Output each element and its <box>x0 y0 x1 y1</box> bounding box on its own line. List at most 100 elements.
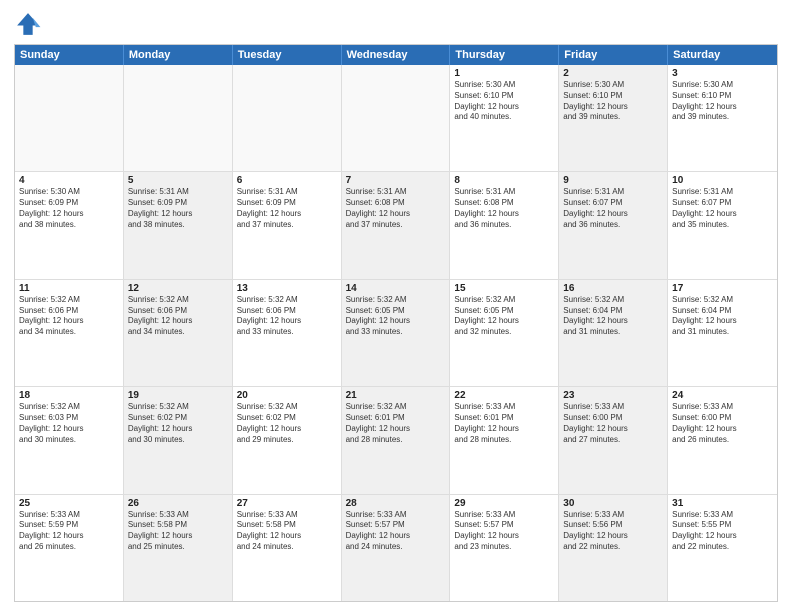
calendar-cell: 24Sunrise: 5:33 AM Sunset: 6:00 PM Dayli… <box>668 387 777 493</box>
day-number: 16 <box>563 283 663 294</box>
day-number: 15 <box>454 283 554 294</box>
calendar-cell: 10Sunrise: 5:31 AM Sunset: 6:07 PM Dayli… <box>668 172 777 278</box>
day-info: Sunrise: 5:30 AM Sunset: 6:10 PM Dayligh… <box>672 80 773 123</box>
weekday-header: Friday <box>559 45 668 65</box>
day-info: Sunrise: 5:33 AM Sunset: 5:56 PM Dayligh… <box>563 510 663 553</box>
day-info: Sunrise: 5:32 AM Sunset: 6:04 PM Dayligh… <box>672 295 773 338</box>
calendar-cell <box>342 65 451 171</box>
day-info: Sunrise: 5:32 AM Sunset: 6:06 PM Dayligh… <box>237 295 337 338</box>
weekday-header: Saturday <box>668 45 777 65</box>
day-number: 23 <box>563 390 663 401</box>
day-info: Sunrise: 5:33 AM Sunset: 6:00 PM Dayligh… <box>672 402 773 445</box>
calendar-header: SundayMondayTuesdayWednesdayThursdayFrid… <box>15 45 777 65</box>
weekday-header: Wednesday <box>342 45 451 65</box>
calendar-cell <box>124 65 233 171</box>
calendar-cell: 23Sunrise: 5:33 AM Sunset: 6:00 PM Dayli… <box>559 387 668 493</box>
calendar-cell: 5Sunrise: 5:31 AM Sunset: 6:09 PM Daylig… <box>124 172 233 278</box>
day-number: 31 <box>672 498 773 509</box>
calendar-cell: 11Sunrise: 5:32 AM Sunset: 6:06 PM Dayli… <box>15 280 124 386</box>
day-number: 28 <box>346 498 446 509</box>
day-number: 4 <box>19 175 119 186</box>
weekday-header: Monday <box>124 45 233 65</box>
calendar-row: 11Sunrise: 5:32 AM Sunset: 6:06 PM Dayli… <box>15 280 777 387</box>
calendar-cell: 3Sunrise: 5:30 AM Sunset: 6:10 PM Daylig… <box>668 65 777 171</box>
day-info: Sunrise: 5:33 AM Sunset: 6:01 PM Dayligh… <box>454 402 554 445</box>
calendar: SundayMondayTuesdayWednesdayThursdayFrid… <box>14 44 778 602</box>
calendar-cell <box>15 65 124 171</box>
day-number: 2 <box>563 68 663 79</box>
day-number: 27 <box>237 498 337 509</box>
day-info: Sunrise: 5:31 AM Sunset: 6:09 PM Dayligh… <box>128 187 228 230</box>
calendar-cell: 17Sunrise: 5:32 AM Sunset: 6:04 PM Dayli… <box>668 280 777 386</box>
calendar-cell: 29Sunrise: 5:33 AM Sunset: 5:57 PM Dayli… <box>450 495 559 601</box>
header <box>14 10 778 38</box>
day-number: 1 <box>454 68 554 79</box>
day-number: 21 <box>346 390 446 401</box>
day-info: Sunrise: 5:32 AM Sunset: 6:02 PM Dayligh… <box>237 402 337 445</box>
calendar-cell: 8Sunrise: 5:31 AM Sunset: 6:08 PM Daylig… <box>450 172 559 278</box>
day-number: 18 <box>19 390 119 401</box>
calendar-row: 1Sunrise: 5:30 AM Sunset: 6:10 PM Daylig… <box>15 65 777 172</box>
day-info: Sunrise: 5:32 AM Sunset: 6:01 PM Dayligh… <box>346 402 446 445</box>
calendar-cell: 1Sunrise: 5:30 AM Sunset: 6:10 PM Daylig… <box>450 65 559 171</box>
day-info: Sunrise: 5:31 AM Sunset: 6:08 PM Dayligh… <box>346 187 446 230</box>
calendar-cell: 2Sunrise: 5:30 AM Sunset: 6:10 PM Daylig… <box>559 65 668 171</box>
day-info: Sunrise: 5:33 AM Sunset: 5:59 PM Dayligh… <box>19 510 119 553</box>
calendar-cell: 15Sunrise: 5:32 AM Sunset: 6:05 PM Dayli… <box>450 280 559 386</box>
calendar-cell: 21Sunrise: 5:32 AM Sunset: 6:01 PM Dayli… <box>342 387 451 493</box>
day-number: 14 <box>346 283 446 294</box>
calendar-cell: 6Sunrise: 5:31 AM Sunset: 6:09 PM Daylig… <box>233 172 342 278</box>
day-number: 24 <box>672 390 773 401</box>
day-number: 25 <box>19 498 119 509</box>
day-info: Sunrise: 5:33 AM Sunset: 5:57 PM Dayligh… <box>454 510 554 553</box>
day-number: 26 <box>128 498 228 509</box>
day-info: Sunrise: 5:33 AM Sunset: 5:55 PM Dayligh… <box>672 510 773 553</box>
day-number: 29 <box>454 498 554 509</box>
calendar-cell: 7Sunrise: 5:31 AM Sunset: 6:08 PM Daylig… <box>342 172 451 278</box>
day-info: Sunrise: 5:32 AM Sunset: 6:05 PM Dayligh… <box>454 295 554 338</box>
calendar-cell: 30Sunrise: 5:33 AM Sunset: 5:56 PM Dayli… <box>559 495 668 601</box>
page: SundayMondayTuesdayWednesdayThursdayFrid… <box>0 0 792 612</box>
weekday-header: Tuesday <box>233 45 342 65</box>
calendar-row: 4Sunrise: 5:30 AM Sunset: 6:09 PM Daylig… <box>15 172 777 279</box>
day-info: Sunrise: 5:31 AM Sunset: 6:07 PM Dayligh… <box>563 187 663 230</box>
day-number: 12 <box>128 283 228 294</box>
calendar-cell: 12Sunrise: 5:32 AM Sunset: 6:06 PM Dayli… <box>124 280 233 386</box>
day-info: Sunrise: 5:32 AM Sunset: 6:06 PM Dayligh… <box>128 295 228 338</box>
day-number: 19 <box>128 390 228 401</box>
calendar-cell: 28Sunrise: 5:33 AM Sunset: 5:57 PM Dayli… <box>342 495 451 601</box>
day-info: Sunrise: 5:33 AM Sunset: 5:58 PM Dayligh… <box>237 510 337 553</box>
day-info: Sunrise: 5:32 AM Sunset: 6:06 PM Dayligh… <box>19 295 119 338</box>
day-number: 3 <box>672 68 773 79</box>
day-info: Sunrise: 5:32 AM Sunset: 6:04 PM Dayligh… <box>563 295 663 338</box>
calendar-cell: 18Sunrise: 5:32 AM Sunset: 6:03 PM Dayli… <box>15 387 124 493</box>
day-number: 5 <box>128 175 228 186</box>
day-info: Sunrise: 5:30 AM Sunset: 6:09 PM Dayligh… <box>19 187 119 230</box>
calendar-cell: 19Sunrise: 5:32 AM Sunset: 6:02 PM Dayli… <box>124 387 233 493</box>
day-info: Sunrise: 5:32 AM Sunset: 6:03 PM Dayligh… <box>19 402 119 445</box>
day-number: 6 <box>237 175 337 186</box>
day-number: 10 <box>672 175 773 186</box>
calendar-cell: 4Sunrise: 5:30 AM Sunset: 6:09 PM Daylig… <box>15 172 124 278</box>
day-info: Sunrise: 5:33 AM Sunset: 5:57 PM Dayligh… <box>346 510 446 553</box>
calendar-cell: 31Sunrise: 5:33 AM Sunset: 5:55 PM Dayli… <box>668 495 777 601</box>
logo <box>14 10 46 38</box>
day-info: Sunrise: 5:30 AM Sunset: 6:10 PM Dayligh… <box>454 80 554 123</box>
day-number: 22 <box>454 390 554 401</box>
calendar-row: 25Sunrise: 5:33 AM Sunset: 5:59 PM Dayli… <box>15 495 777 601</box>
calendar-cell: 27Sunrise: 5:33 AM Sunset: 5:58 PM Dayli… <box>233 495 342 601</box>
day-info: Sunrise: 5:30 AM Sunset: 6:10 PM Dayligh… <box>563 80 663 123</box>
day-info: Sunrise: 5:32 AM Sunset: 6:05 PM Dayligh… <box>346 295 446 338</box>
day-number: 9 <box>563 175 663 186</box>
logo-icon <box>14 10 42 38</box>
day-info: Sunrise: 5:33 AM Sunset: 5:58 PM Dayligh… <box>128 510 228 553</box>
calendar-cell: 16Sunrise: 5:32 AM Sunset: 6:04 PM Dayli… <box>559 280 668 386</box>
calendar-cell <box>233 65 342 171</box>
calendar-cell: 14Sunrise: 5:32 AM Sunset: 6:05 PM Dayli… <box>342 280 451 386</box>
calendar-row: 18Sunrise: 5:32 AM Sunset: 6:03 PM Dayli… <box>15 387 777 494</box>
calendar-cell: 13Sunrise: 5:32 AM Sunset: 6:06 PM Dayli… <box>233 280 342 386</box>
day-number: 30 <box>563 498 663 509</box>
day-number: 7 <box>346 175 446 186</box>
calendar-cell: 9Sunrise: 5:31 AM Sunset: 6:07 PM Daylig… <box>559 172 668 278</box>
day-number: 13 <box>237 283 337 294</box>
